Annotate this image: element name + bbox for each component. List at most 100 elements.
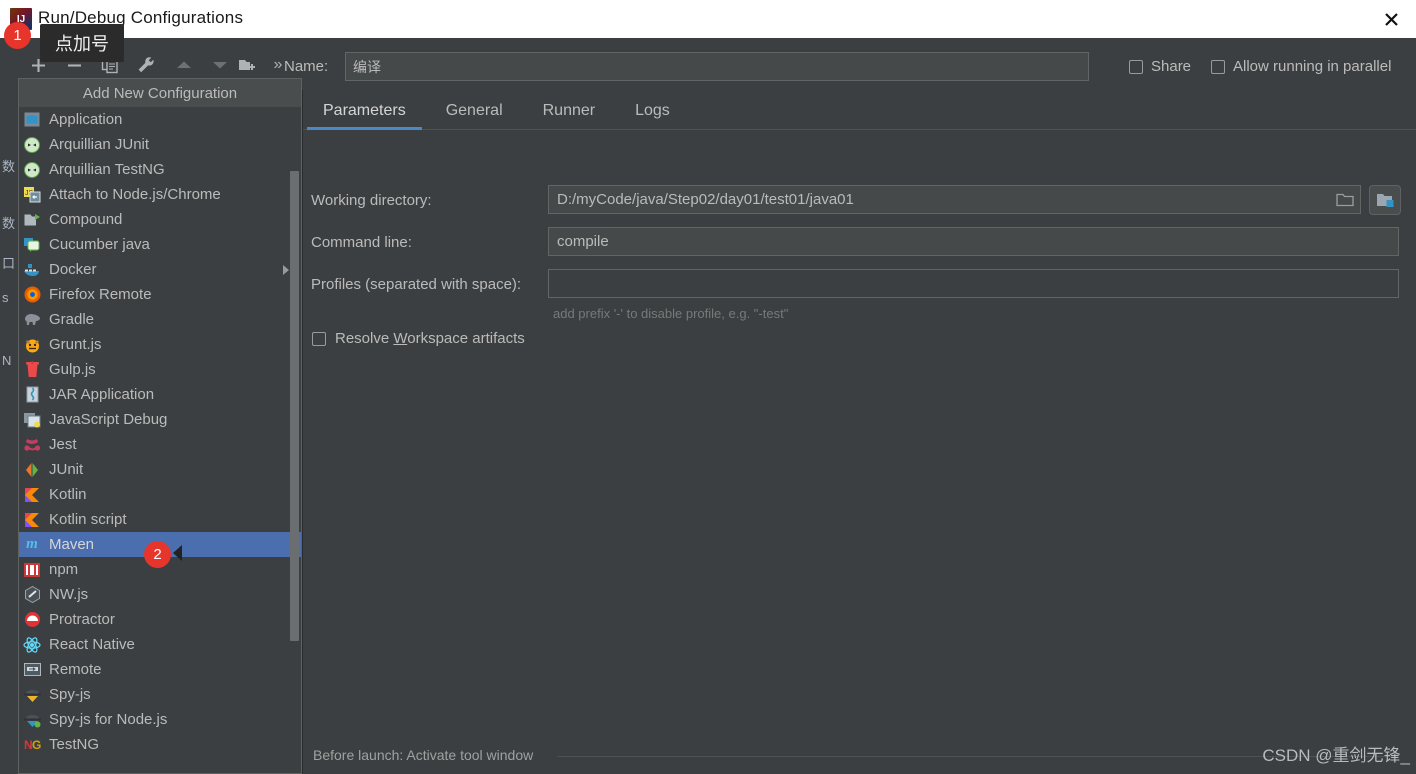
- config-type-item-cucumber-java[interactable]: Cucumber java: [19, 232, 301, 257]
- module-folder-icon[interactable]: [1369, 185, 1401, 215]
- grunt-icon: [23, 336, 41, 354]
- npm-icon: [23, 561, 41, 579]
- config-type-label: Gulp.js: [49, 361, 96, 378]
- allow-parallel-checkbox[interactable]: [1211, 59, 1225, 74]
- config-type-item-compound[interactable]: Compound: [19, 207, 301, 232]
- kotlin-script-icon: [23, 511, 41, 529]
- config-type-label: JavaScript Debug: [49, 411, 168, 428]
- resolve-workspace-artifacts-row[interactable]: Resolve Workspace artifacts: [312, 330, 525, 347]
- jest-icon: [23, 436, 41, 454]
- gradle-elephant-icon: [23, 311, 41, 329]
- resolve-workspace-artifacts-label: Resolve Workspace artifacts: [335, 330, 525, 347]
- protractor-icon: [23, 611, 41, 629]
- gulp-icon: [23, 361, 41, 379]
- working-directory-label: Working directory:: [311, 192, 432, 209]
- share-checkbox-row[interactable]: Share: [1129, 58, 1191, 75]
- config-type-item-javascript-debug[interactable]: JavaScript Debug: [19, 407, 301, 432]
- config-type-label: Spy-js for Node.js: [49, 711, 168, 728]
- before-launch-text[interactable]: Before launch: Activate tool window: [313, 747, 533, 763]
- folder-browse-icon[interactable]: [1336, 192, 1354, 208]
- config-type-item-jar-application[interactable]: JAR Application: [19, 382, 301, 407]
- config-type-item-jest[interactable]: Jest: [19, 432, 301, 457]
- config-type-label: React Native: [49, 636, 135, 653]
- detail-tabs: Parameters General Runner Logs: [303, 90, 1416, 130]
- name-label: Name:: [284, 58, 329, 75]
- resolve-workspace-artifacts-checkbox[interactable]: [312, 331, 326, 346]
- config-type-label: Gradle: [49, 311, 95, 328]
- profiles-input[interactable]: [548, 269, 1399, 298]
- config-type-label: Jest: [49, 436, 77, 453]
- name-input[interactable]: 编译: [345, 52, 1089, 81]
- config-type-item-nw-js[interactable]: NW.js: [19, 582, 301, 607]
- config-type-item-arquillian-testng[interactable]: Arquillian TestNG: [19, 157, 301, 182]
- configuration-detail-panel: Parameters General Runner Logs Working d…: [302, 90, 1416, 774]
- add-new-configuration-popup: Add New Configuration Application Arquill…: [18, 78, 302, 774]
- arquillian-junit-icon: [23, 136, 41, 154]
- config-type-item-spy-js-for-node-js[interactable]: Spy-js for Node.js: [19, 707, 301, 732]
- parameters-form: Working directory: D:/myCode/java/Step02…: [303, 130, 1416, 774]
- new-folder-icon[interactable]: [234, 51, 262, 79]
- annotation-badge-2: 2: [144, 541, 171, 568]
- allow-parallel-checkbox-row[interactable]: Allow running in parallel: [1211, 58, 1391, 75]
- config-type-label: NW.js: [49, 586, 89, 603]
- config-type-label: Attach to Node.js/Chrome: [49, 186, 221, 203]
- spyjs-icon: [23, 686, 41, 704]
- config-type-item-gradle[interactable]: Gradle: [19, 307, 301, 332]
- maven-icon: m: [26, 536, 38, 552]
- working-directory-value: D:/myCode/java/Step02/day01/test01/java0…: [557, 191, 854, 208]
- background-tree-sliver: 数 数 口 s N: [0, 38, 16, 774]
- config-type-item-remote[interactable]: Remote: [19, 657, 301, 682]
- config-type-item-attach-to-node-js-chrome[interactable]: JS Attach to Node.js/Chrome: [19, 182, 301, 207]
- remote-icon: [23, 661, 41, 679]
- config-type-label: Grunt.js: [49, 336, 102, 353]
- move-down-arrow-icon[interactable]: [206, 51, 234, 79]
- tab-general[interactable]: General: [426, 102, 523, 129]
- tab-runner[interactable]: Runner: [523, 102, 615, 129]
- command-line-input[interactable]: compile: [548, 227, 1399, 256]
- popup-scrollbar-thumb[interactable]: [290, 171, 299, 641]
- bg-fragment: 口: [2, 256, 16, 271]
- config-type-label: Maven: [49, 536, 95, 553]
- share-label: Share: [1151, 58, 1192, 75]
- share-checkbox[interactable]: [1129, 59, 1143, 74]
- config-type-item-kotlin[interactable]: Kotlin: [19, 482, 301, 507]
- config-type-item-grunt-js[interactable]: Grunt.js: [19, 332, 301, 357]
- before-launch-bar: Before launch: Activate tool window: [303, 736, 1416, 774]
- config-type-item-application[interactable]: Application: [19, 107, 301, 132]
- submenu-chevron-right-icon[interactable]: [283, 265, 289, 275]
- config-type-item-spy-js[interactable]: Spy-js: [19, 682, 301, 707]
- window-titlebar: Run/Debug Configurations: [0, 0, 1416, 38]
- testng-icon: NG: [23, 736, 41, 754]
- compound-folder-icon: [23, 211, 41, 229]
- config-type-item-firefox-remote[interactable]: Firefox Remote: [19, 282, 301, 307]
- config-type-label: JAR Application: [49, 386, 155, 403]
- config-type-item-junit[interactable]: JUnit: [19, 457, 301, 482]
- config-type-label: TestNG: [49, 736, 100, 753]
- edit-templates-wrench-icon[interactable]: [132, 51, 160, 79]
- config-type-item-react-native[interactable]: React Native: [19, 632, 301, 657]
- command-line-label: Command line:: [311, 234, 412, 251]
- config-type-item-kotlin-script[interactable]: Kotlin script: [19, 507, 301, 532]
- nodejs-attach-icon: JS: [23, 186, 41, 204]
- move-up-arrow-icon[interactable]: [170, 51, 198, 79]
- config-type-label: Firefox Remote: [49, 286, 152, 303]
- arquillian-testng-icon: [23, 161, 41, 179]
- config-type-item-arquillian-junit[interactable]: Arquillian JUnit: [19, 132, 301, 157]
- config-type-label: Kotlin: [49, 486, 87, 503]
- close-icon[interactable]: [1374, 4, 1408, 34]
- config-type-item-protractor[interactable]: Protractor: [19, 607, 301, 632]
- bg-fragment: N: [2, 353, 12, 368]
- annotation-badge-1: 1: [4, 22, 31, 49]
- bg-fragment: s: [2, 290, 9, 305]
- svg-text:G: G: [32, 738, 41, 752]
- tab-logs[interactable]: Logs: [615, 102, 690, 129]
- config-type-item-docker[interactable]: Docker: [19, 257, 301, 282]
- bg-fragment: 数: [2, 159, 16, 174]
- tab-parameters[interactable]: Parameters: [303, 102, 426, 130]
- bg-fragment: 数: [2, 216, 16, 231]
- working-directory-input[interactable]: D:/myCode/java/Step02/day01/test01/java0…: [548, 185, 1361, 214]
- configuration-type-list[interactable]: Application Arquillian JUnit Arquillian Te…: [19, 107, 301, 773]
- firefox-icon: [23, 286, 41, 304]
- config-type-item-testng[interactable]: N G TestNG: [19, 732, 301, 757]
- config-type-item-gulp-js[interactable]: Gulp.js: [19, 357, 301, 382]
